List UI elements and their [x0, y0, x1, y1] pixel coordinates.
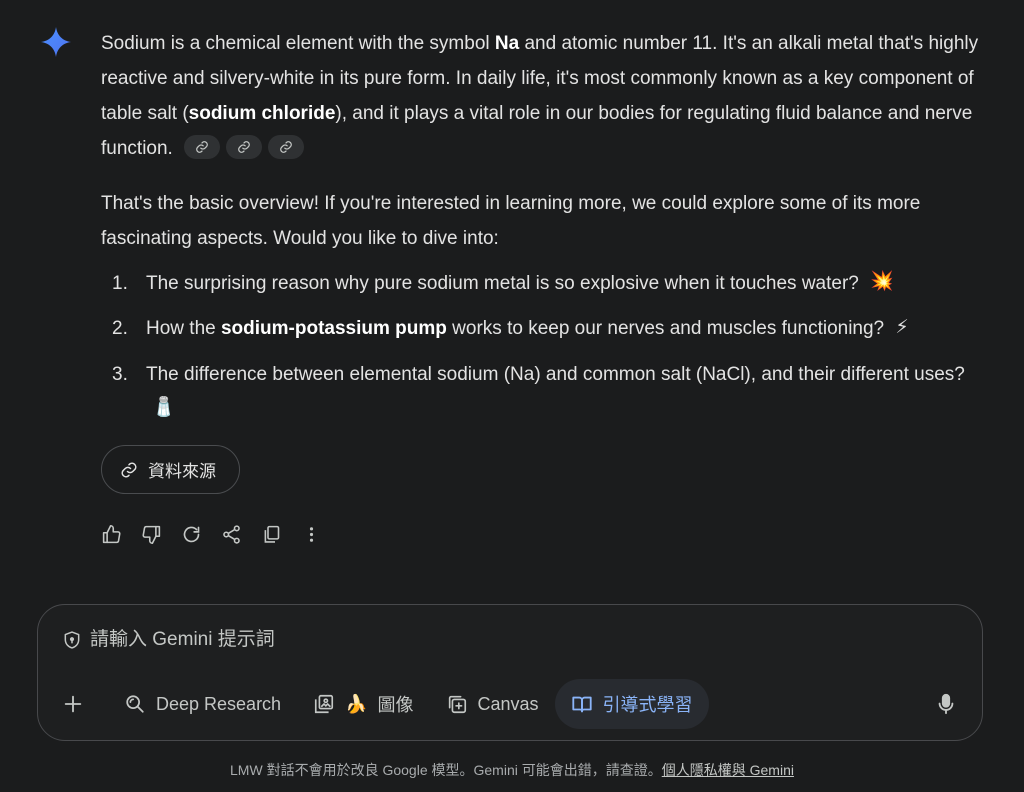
more-options-button[interactable] [300, 521, 322, 547]
sources-button[interactable]: 資料來源 [101, 445, 240, 494]
guided-learning-button[interactable]: 引導式學習 [554, 679, 709, 729]
response-actions [100, 521, 322, 547]
gemini-chat-page: Sodium is a chemical element with the sy… [0, 0, 1024, 792]
regenerate-button[interactable] [180, 521, 202, 547]
thumbs-up-icon [102, 524, 121, 543]
response-paragraph-2: That's the basic overview! If you're int… [101, 193, 921, 249]
model-response: Sodium is a chemical element with the sy… [101, 26, 991, 437]
more-vert-icon [309, 526, 313, 542]
gemini-sparkle-icon [41, 27, 71, 57]
microphone-button[interactable] [934, 691, 958, 717]
explosion-emoji-icon: 💥 [870, 271, 894, 293]
share-icon [222, 524, 240, 544]
citation-chip-2[interactable] [226, 134, 263, 159]
sources-label: 資料來源 [148, 462, 216, 481]
microphone-icon [938, 693, 954, 715]
deep-research-icon [126, 695, 144, 713]
list-item: 1. The surprising reason why pure sodium… [101, 266, 991, 301]
copy-button[interactable] [260, 521, 282, 547]
canvas-button[interactable]: Canvas [430, 679, 555, 729]
suggestion-list: 1. The surprising reason why pure sodium… [101, 266, 991, 427]
image-gallery-icon [315, 694, 334, 714]
add-button[interactable] [58, 679, 90, 729]
share-button[interactable] [220, 521, 242, 547]
refresh-icon [183, 526, 199, 542]
banana-emoji-icon: 🍌 [345, 693, 368, 714]
privacy-link[interactable]: 個人隱私權與 Gemini [662, 762, 794, 778]
list-item: 2. How the sodium-potassium pump works t… [101, 311, 991, 346]
bold-term: sodium chloride [188, 103, 336, 124]
open-book-icon [571, 696, 592, 713]
thumbs-up-button[interactable] [100, 521, 122, 547]
link-icon [238, 141, 250, 153]
response-paragraph-1: Sodium is a chemical element with the sy… [101, 33, 979, 159]
link-icon [280, 141, 292, 153]
prompt-composer: Deep Research 🍌 圖像 Canvas 引導式學習 [37, 604, 983, 741]
link-icon [196, 141, 208, 153]
copy-icon [264, 525, 279, 543]
composer-toolbar: Deep Research 🍌 圖像 Canvas 引導式學習 [58, 679, 709, 729]
prompt-input[interactable] [90, 629, 490, 651]
bold-symbol: Na [494, 33, 520, 54]
thumbs-down-icon [141, 525, 160, 544]
shield-icon [64, 631, 80, 649]
citation-chip-3[interactable] [268, 134, 305, 159]
plus-icon [64, 695, 82, 713]
salt-emoji-icon: 🧂 [152, 397, 176, 419]
canvas-icon [448, 695, 466, 714]
deep-research-button[interactable]: Deep Research [108, 679, 297, 729]
image-button[interactable]: 🍌 圖像 [297, 679, 429, 729]
citation-chip-1[interactable] [184, 134, 221, 159]
footer-disclaimer: LMW 對話不會用於改良 Google 模型。Gemini 可能會出錯，請查證。… [230, 762, 794, 778]
prompt-row [62, 629, 490, 651]
list-item: 3. The difference between elemental sodi… [101, 357, 991, 427]
thumbs-down-button[interactable] [140, 521, 162, 547]
link-icon [121, 462, 137, 477]
lightning-emoji-icon: ⚡ [895, 316, 909, 338]
